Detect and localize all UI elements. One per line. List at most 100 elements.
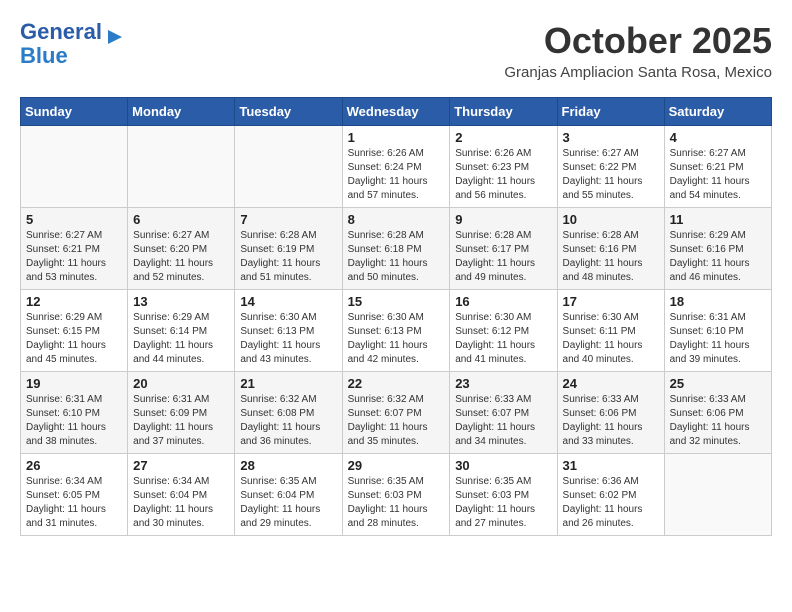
calendar-cell: 28 Sunrise: 6:35 AM Sunset: 6:04 PM Dayli… <box>235 454 342 536</box>
calendar-cell: 8 Sunrise: 6:28 AM Sunset: 6:18 PM Daylig… <box>342 208 450 290</box>
day-number: 30 <box>455 458 551 473</box>
day-info: Sunrise: 6:31 AM Sunset: 6:09 PM Dayligh… <box>133 393 229 449</box>
logo-arrow-icon <box>104 26 126 48</box>
calendar-cell <box>128 126 235 208</box>
calendar-cell: 3 Sunrise: 6:27 AM Sunset: 6:22 PM Daylig… <box>557 126 664 208</box>
calendar-cell: 31 Sunrise: 6:36 AM Sunset: 6:02 PM Dayli… <box>557 454 664 536</box>
day-number: 8 <box>348 212 445 227</box>
day-number: 17 <box>563 294 659 309</box>
logo-general: General <box>20 19 102 44</box>
day-info: Sunrise: 6:35 AM Sunset: 6:04 PM Dayligh… <box>240 475 336 531</box>
logo-text: General Blue <box>20 20 102 68</box>
day-info: Sunrise: 6:27 AM Sunset: 6:22 PM Dayligh… <box>563 147 659 203</box>
day-number: 16 <box>455 294 551 309</box>
calendar-cell: 14Sunrise: 6:30 AM Sunset: 6:13 PM Dayli… <box>235 290 342 372</box>
day-info: Sunrise: 6:28 AM Sunset: 6:16 PM Dayligh… <box>563 229 659 285</box>
calendar-cell: 22Sunrise: 6:32 AM Sunset: 6:07 PM Dayli… <box>342 372 450 454</box>
day-number: 24 <box>563 376 659 391</box>
day-number: 27 <box>133 458 229 473</box>
day-number: 18 <box>670 294 766 309</box>
calendar-cell: 21 Sunrise: 6:32 AM Sunset: 6:08 PM Dayli… <box>235 372 342 454</box>
weekday-header-thursday: Thursday <box>450 98 557 126</box>
weekday-header-tuesday: Tuesday <box>235 98 342 126</box>
day-number: 4 <box>670 130 766 145</box>
calendar-week-1: 1Sunrise: 6:26 AM Sunset: 6:24 PM Daylig… <box>21 126 772 208</box>
day-number: 3 <box>563 130 659 145</box>
day-number: 28 <box>240 458 336 473</box>
calendar-cell: 12 Sunrise: 6:29 AM Sunset: 6:15 PM Dayli… <box>21 290 128 372</box>
month-title: October 2025 <box>504 20 772 62</box>
calendar-cell: 10 Sunrise: 6:28 AM Sunset: 6:16 PM Dayli… <box>557 208 664 290</box>
calendar-cell: 13Sunrise: 6:29 AM Sunset: 6:14 PM Dayli… <box>128 290 235 372</box>
calendar-cell: 11Sunrise: 6:29 AM Sunset: 6:16 PM Dayli… <box>664 208 771 290</box>
calendar-cell: 9 Sunrise: 6:28 AM Sunset: 6:17 PM Daylig… <box>450 208 557 290</box>
day-info: Sunrise: 6:27 AM Sunset: 6:20 PM Dayligh… <box>133 229 229 285</box>
calendar-cell <box>21 126 128 208</box>
calendar-cell: 5Sunrise: 6:27 AM Sunset: 6:21 PM Daylig… <box>21 208 128 290</box>
day-number: 9 <box>455 212 551 227</box>
day-number: 6 <box>133 212 229 227</box>
day-info: Sunrise: 6:30 AM Sunset: 6:12 PM Dayligh… <box>455 311 551 367</box>
day-number: 23 <box>455 376 551 391</box>
day-info: Sunrise: 6:33 AM Sunset: 6:07 PM Dayligh… <box>455 393 551 449</box>
calendar-cell: 6 Sunrise: 6:27 AM Sunset: 6:20 PM Daylig… <box>128 208 235 290</box>
day-number: 20 <box>133 376 229 391</box>
day-number: 10 <box>563 212 659 227</box>
day-info: Sunrise: 6:29 AM Sunset: 6:14 PM Dayligh… <box>133 311 229 367</box>
calendar-week-4: 19 Sunrise: 6:31 AM Sunset: 6:10 PM Dayli… <box>21 372 772 454</box>
day-info: Sunrise: 6:28 AM Sunset: 6:17 PM Dayligh… <box>455 229 551 285</box>
day-info: Sunrise: 6:34 AM Sunset: 6:05 PM Dayligh… <box>26 475 122 531</box>
day-number: 29 <box>348 458 445 473</box>
weekday-header-row: SundayMondayTuesdayWednesdayThursdayFrid… <box>21 98 772 126</box>
calendar-cell: 17Sunrise: 6:30 AM Sunset: 6:11 PM Dayli… <box>557 290 664 372</box>
calendar-cell <box>664 454 771 536</box>
weekday-header-wednesday: Wednesday <box>342 98 450 126</box>
day-info: Sunrise: 6:27 AM Sunset: 6:21 PM Dayligh… <box>670 147 766 203</box>
day-info: Sunrise: 6:27 AM Sunset: 6:21 PM Dayligh… <box>26 229 122 285</box>
calendar-week-5: 26 Sunrise: 6:34 AM Sunset: 6:05 PM Dayli… <box>21 454 772 536</box>
day-info: Sunrise: 6:32 AM Sunset: 6:07 PM Dayligh… <box>348 393 445 449</box>
day-info: Sunrise: 6:26 AM Sunset: 6:23 PM Dayligh… <box>455 147 551 203</box>
calendar-cell <box>235 126 342 208</box>
calendar-table: SundayMondayTuesdayWednesdayThursdayFrid… <box>20 97 772 536</box>
calendar-week-3: 12 Sunrise: 6:29 AM Sunset: 6:15 PM Dayli… <box>21 290 772 372</box>
weekday-header-sunday: Sunday <box>21 98 128 126</box>
day-number: 21 <box>240 376 336 391</box>
day-info: Sunrise: 6:34 AM Sunset: 6:04 PM Dayligh… <box>133 475 229 531</box>
calendar-cell: 2Sunrise: 6:26 AM Sunset: 6:23 PM Daylig… <box>450 126 557 208</box>
day-number: 15 <box>348 294 445 309</box>
day-number: 11 <box>670 212 766 227</box>
day-info: Sunrise: 6:35 AM Sunset: 6:03 PM Dayligh… <box>455 475 551 531</box>
day-info: Sunrise: 6:36 AM Sunset: 6:02 PM Dayligh… <box>563 475 659 531</box>
calendar-cell: 24 Sunrise: 6:33 AM Sunset: 6:06 PM Dayli… <box>557 372 664 454</box>
day-info: Sunrise: 6:28 AM Sunset: 6:18 PM Dayligh… <box>348 229 445 285</box>
day-number: 7 <box>240 212 336 227</box>
calendar-cell: 23 Sunrise: 6:33 AM Sunset: 6:07 PM Dayli… <box>450 372 557 454</box>
day-info: Sunrise: 6:30 AM Sunset: 6:13 PM Dayligh… <box>240 311 336 367</box>
day-info: Sunrise: 6:33 AM Sunset: 6:06 PM Dayligh… <box>670 393 766 449</box>
weekday-header-friday: Friday <box>557 98 664 126</box>
logo: General Blue <box>20 20 126 68</box>
calendar-cell: 1Sunrise: 6:26 AM Sunset: 6:24 PM Daylig… <box>342 126 450 208</box>
calendar-cell: 18Sunrise: 6:31 AM Sunset: 6:10 PM Dayli… <box>664 290 771 372</box>
day-info: Sunrise: 6:33 AM Sunset: 6:06 PM Dayligh… <box>563 393 659 449</box>
calendar-cell: 15Sunrise: 6:30 AM Sunset: 6:13 PM Dayli… <box>342 290 450 372</box>
calendar-week-2: 5Sunrise: 6:27 AM Sunset: 6:21 PM Daylig… <box>21 208 772 290</box>
day-info: Sunrise: 6:35 AM Sunset: 6:03 PM Dayligh… <box>348 475 445 531</box>
calendar-cell: 29 Sunrise: 6:35 AM Sunset: 6:03 PM Dayli… <box>342 454 450 536</box>
day-number: 26 <box>26 458 122 473</box>
day-info: Sunrise: 6:29 AM Sunset: 6:15 PM Dayligh… <box>26 311 122 367</box>
calendar-cell: 30 Sunrise: 6:35 AM Sunset: 6:03 PM Dayli… <box>450 454 557 536</box>
day-info: Sunrise: 6:32 AM Sunset: 6:08 PM Dayligh… <box>240 393 336 449</box>
calendar-cell: 20 Sunrise: 6:31 AM Sunset: 6:09 PM Dayli… <box>128 372 235 454</box>
day-number: 12 <box>26 294 122 309</box>
weekday-header-monday: Monday <box>128 98 235 126</box>
calendar-cell: 7Sunrise: 6:28 AM Sunset: 6:19 PM Daylig… <box>235 208 342 290</box>
day-info: Sunrise: 6:26 AM Sunset: 6:24 PM Dayligh… <box>348 147 445 203</box>
day-number: 19 <box>26 376 122 391</box>
day-number: 31 <box>563 458 659 473</box>
day-info: Sunrise: 6:31 AM Sunset: 6:10 PM Dayligh… <box>26 393 122 449</box>
page-header: General Blue October 2025 Granjas Amplia… <box>20 20 772 81</box>
calendar-cell: 16 Sunrise: 6:30 AM Sunset: 6:12 PM Dayli… <box>450 290 557 372</box>
title-block: October 2025 Granjas Ampliacion Santa Ro… <box>504 20 772 81</box>
